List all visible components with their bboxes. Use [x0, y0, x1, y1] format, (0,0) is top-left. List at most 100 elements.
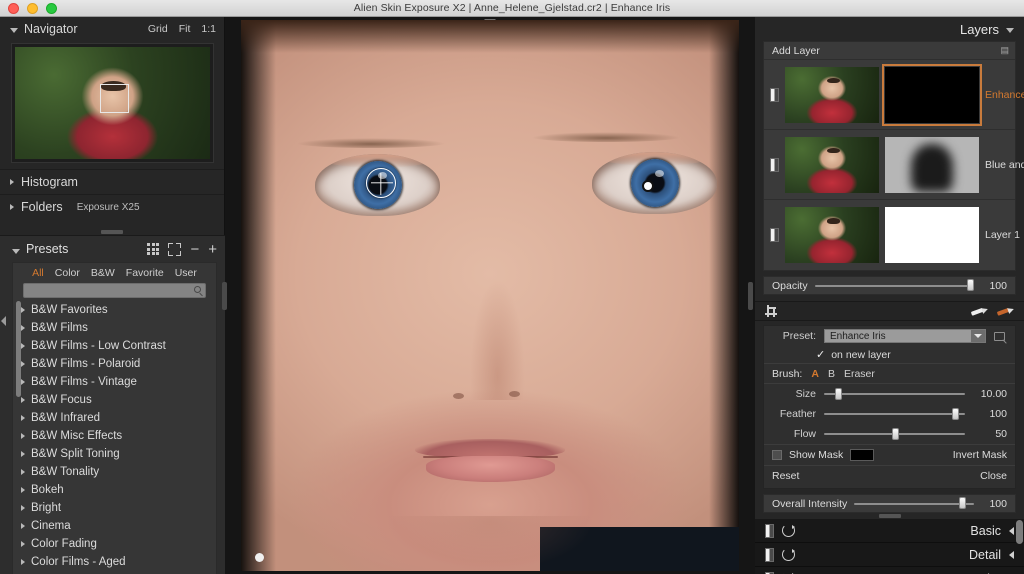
close-window-button[interactable]	[8, 2, 19, 14]
nav-option-oneToOne[interactable]: 1:1	[201, 23, 216, 35]
chevron-right-icon[interactable]	[21, 432, 25, 439]
preset-list-item[interactable]: B&W Split Toning	[13, 445, 216, 463]
right-panel-resize-handle[interactable]	[878, 514, 901, 518]
tool-strip[interactable]	[755, 301, 1024, 321]
grid-view-icon[interactable]	[147, 243, 160, 255]
layer-thumbnail[interactable]	[785, 136, 879, 193]
plus-icon[interactable]: +	[208, 242, 217, 257]
add-layer-button[interactable]: Add Layer ▤	[764, 42, 1015, 60]
chevron-right-icon[interactable]	[21, 306, 25, 313]
preset-list-item[interactable]: Cinema	[13, 517, 216, 535]
flow-control[interactable]: Flow 50	[764, 424, 1015, 444]
chevron-left-icon[interactable]	[1009, 526, 1014, 535]
chevron-right-icon[interactable]	[21, 486, 25, 493]
layer-visibility-toggle[interactable]	[770, 87, 779, 102]
presets-search-input[interactable]	[23, 283, 206, 298]
preset-list-item[interactable]: B&W Infrared	[13, 409, 216, 427]
brush-mode-a[interactable]: A	[811, 368, 819, 380]
layer-mask-thumbnail[interactable]	[882, 63, 982, 126]
navigator-viewport-box[interactable]	[99, 83, 130, 114]
layer-mask-thumbnail[interactable]	[885, 136, 979, 193]
chevron-right-icon[interactable]	[21, 396, 25, 403]
chevron-down-icon[interactable]	[1006, 27, 1014, 33]
chevron-left-icon[interactable]	[1009, 550, 1014, 559]
layers-header[interactable]: Layers	[755, 17, 1024, 41]
section-detail[interactable]: Detail	[755, 543, 1024, 567]
preset-dropdown[interactable]: Enhance Iris	[824, 329, 986, 343]
image-canvas[interactable]	[225, 17, 755, 574]
reset-button[interactable]: Reset	[772, 470, 799, 482]
chevron-right-icon[interactable]	[21, 378, 25, 385]
chevron-right-icon[interactable]	[21, 504, 25, 511]
size-slider[interactable]	[824, 387, 965, 400]
mask-row[interactable]: Show Mask Invert Mask	[764, 444, 1015, 465]
chevron-down-icon[interactable]	[12, 249, 20, 254]
layer-row[interactable]: Enhance ... ▤	[764, 60, 1024, 130]
brush-mode-row[interactable]: Brush: A B Eraser	[764, 364, 1015, 384]
flow-slider[interactable]	[824, 427, 965, 440]
preset-list-item[interactable]: Color Films - Aged	[13, 553, 216, 571]
preset-list-item[interactable]: B&W Favorites	[13, 301, 216, 319]
chevron-right-icon[interactable]	[21, 342, 25, 349]
layer-name[interactable]: Blue and ...	[985, 159, 1024, 171]
preset-list-item[interactable]: B&W Films	[13, 319, 216, 337]
layers-menu-icon[interactable]: ▤	[1000, 45, 1009, 56]
nav-option-fit[interactable]: Fit	[179, 23, 191, 35]
filter-tab-color[interactable]: Color	[55, 267, 80, 279]
histogram-row[interactable]: Histogram	[0, 169, 224, 194]
overall-intensity-slider[interactable]	[854, 497, 974, 509]
minus-icon[interactable]: −	[190, 242, 199, 257]
brush-orange-icon[interactable]	[995, 302, 1015, 319]
reset-section-icon[interactable]	[782, 548, 795, 561]
brush-mode-b[interactable]: B	[828, 368, 835, 380]
opacity-slider[interactable]	[814, 279, 974, 291]
expand-icon[interactable]	[168, 242, 182, 256]
navigator-header[interactable]: Navigator Grid Fit 1:1	[0, 17, 224, 41]
filter-tab-favorite[interactable]: Favorite	[126, 267, 164, 279]
on-new-layer-row[interactable]: ✓ on new layer	[764, 346, 1015, 364]
preset-list-item[interactable]: B&W Misc Effects	[13, 427, 216, 445]
chevron-down-icon[interactable]	[10, 27, 18, 33]
layer-visibility-toggle[interactable]	[770, 157, 779, 172]
filter-tab-all[interactable]: All	[32, 267, 44, 279]
layer-mask-thumbnail[interactable]	[885, 207, 979, 263]
layer-thumbnail[interactable]	[785, 66, 879, 123]
preset-row[interactable]: Preset: Enhance Iris	[764, 326, 1015, 346]
overall-intensity-control[interactable]: Overall Intensity 100	[763, 494, 1016, 513]
left-panel-splitter[interactable]	[222, 282, 227, 310]
chevron-right-icon[interactable]	[21, 558, 25, 565]
presets-list[interactable]: B&W Favorites B&W Films B&W Films - Low …	[13, 301, 216, 574]
chevron-right-icon[interactable]	[21, 360, 25, 367]
folders-row[interactable]: Folders Exposure X25	[0, 194, 224, 219]
section-color[interactable]: Color	[755, 567, 1024, 574]
reset-close-row[interactable]: Reset Close	[764, 465, 1015, 486]
chevron-right-icon[interactable]	[21, 522, 25, 529]
canvas-indicator-dot[interactable]	[255, 553, 264, 562]
preset-list-item[interactable]: B&W Focus	[13, 391, 216, 409]
navigator-view-options[interactable]: Grid Fit 1:1	[148, 23, 216, 35]
section-basic[interactable]: Basic	[755, 519, 1024, 543]
preset-browse-icon[interactable]	[994, 330, 1007, 342]
feather-control[interactable]: Feather 100	[764, 404, 1015, 424]
reset-section-icon[interactable]	[782, 524, 795, 537]
navigator-thumbnail-frame[interactable]	[11, 43, 214, 163]
feather-slider[interactable]	[824, 407, 965, 420]
chevron-right-icon[interactable]	[10, 179, 14, 185]
chevron-right-icon[interactable]	[21, 468, 25, 475]
layer-row[interactable]: Layer 1 ▤	[764, 200, 1020, 270]
brush-white-icon[interactable]	[969, 302, 989, 319]
slider-knob[interactable]	[891, 427, 899, 440]
filter-tab-bw[interactable]: B&W	[91, 267, 115, 279]
chevron-right-icon[interactable]	[21, 414, 25, 421]
presets-filter-tabs[interactable]: All Color B&W Favorite User	[13, 263, 216, 281]
slider-knob[interactable]	[967, 279, 974, 291]
zoom-window-button[interactable]	[46, 2, 57, 14]
layer-thumbnail[interactable]	[785, 207, 879, 263]
invert-mask-button[interactable]: Invert Mask	[953, 449, 1007, 461]
left-panel-resize-handle[interactable]	[101, 230, 123, 234]
slider-knob[interactable]	[952, 407, 960, 420]
right-panel-splitter[interactable]	[748, 282, 753, 310]
collapse-left-panel-icon[interactable]	[1, 316, 6, 326]
presets-header[interactable]: Presets − +	[0, 236, 225, 262]
brush-mode-eraser[interactable]: Eraser	[844, 368, 875, 380]
